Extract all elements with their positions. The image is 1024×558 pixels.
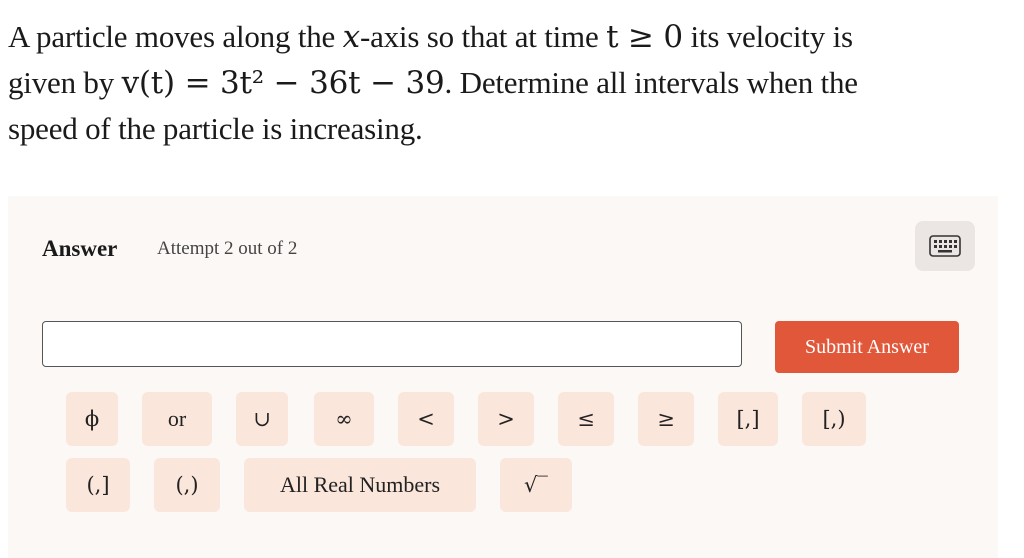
key-infinity[interactable]: ∞ (314, 392, 374, 446)
answer-panel: Answer Attempt 2 out of 2 Submit Answer … (8, 196, 998, 558)
answer-label: Answer (42, 236, 118, 261)
key-or[interactable]: or (142, 392, 212, 446)
key-half-open-interval-left[interactable]: (,] (66, 458, 130, 512)
attempt-counter: Attempt 2 out of 2 (157, 238, 298, 259)
key-open-interval[interactable]: (,) (154, 458, 220, 512)
key-closed-interval[interactable]: [,] (718, 392, 778, 446)
math-velocity-function: v(t) = 3t² − 36t − 39 (121, 65, 445, 101)
key-greater-than[interactable]: > (478, 392, 534, 446)
key-union[interactable]: ∪ (236, 392, 288, 446)
keyboard-toggle-button[interactable] (915, 221, 975, 271)
question-line-2: given by v(t) = 3t² − 36t − 39. Determin… (8, 65, 858, 101)
key-greater-equal[interactable]: ≥ (638, 392, 694, 446)
math-inequality: t ≥ 0 (606, 19, 683, 55)
question-line-3: speed of the particle is increasing. (8, 111, 423, 146)
submit-answer-button[interactable]: Submit Answer (775, 321, 959, 373)
question-text: A particle moves along the x-axis so tha… (8, 14, 1008, 152)
key-half-open-interval-right[interactable]: [,) (802, 392, 866, 446)
key-less-than[interactable]: < (398, 392, 454, 446)
keyboard-icon (929, 235, 961, 257)
key-square-root[interactable]: √‾ (500, 458, 572, 512)
key-all-real-numbers[interactable]: All Real Numbers (244, 458, 476, 512)
answer-input[interactable] (42, 321, 742, 367)
question-line-1: A particle moves along the x-axis so tha… (8, 19, 853, 55)
math-variable-x: x (342, 19, 361, 55)
key-empty-set[interactable]: ϕ (66, 392, 118, 446)
key-less-equal[interactable]: ≤ (558, 392, 614, 446)
